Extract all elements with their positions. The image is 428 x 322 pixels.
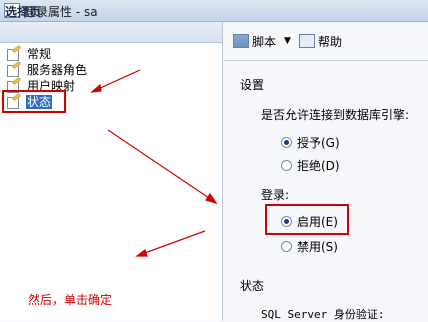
help-icon [298,34,315,48]
toolbar: 脚本 ▼ 帮助 [223,30,348,52]
disabled-radio[interactable]: 禁用(S) [281,238,338,255]
connect-question-label: 是否允许连接到数据库引擎: [261,108,410,122]
deny-radio[interactable]: 拒绝(D) [281,157,340,174]
select-page-header [0,22,222,43]
grant-radio-label: 授予(G) [297,136,340,150]
disabled-radio-label: 禁用(S) [297,240,338,254]
login-label: 登录: [261,188,290,202]
page-item-general[interactable]: 常规 [7,44,52,62]
enabled-highlight-box [265,204,349,235]
radio-checked-icon [281,137,292,148]
annotation-text: 然后，单击确定 [28,293,113,307]
script-dropdown-icon[interactable]: ▼ [284,36,291,46]
page-item-label: 常规 [27,47,52,61]
help-button[interactable]: 帮助 [298,33,342,50]
sql-auth-label: SQL Server 身份验证: [261,308,385,321]
status-highlight-box [2,90,66,113]
radio-unchecked-icon [281,241,292,252]
grant-radio[interactable]: 授予(G) [281,134,340,151]
deny-radio-label: 拒绝(D) [297,159,340,173]
radio-unchecked-icon [281,160,292,171]
page-wrench-icon [7,60,22,77]
help-label: 帮助 [317,34,342,49]
page-item-server-roles[interactable]: 服务器角色 [7,60,88,78]
toolbar-divider [223,60,428,61]
script-label: 脚本 [252,34,277,49]
page-wrench-icon [7,44,22,61]
settings-section-title: 设置 [240,78,265,92]
page-item-label: 服务器角色 [27,63,88,77]
status-section-title: 状态 [240,279,265,293]
select-page-title: 选择页 [5,5,42,19]
script-button[interactable]: 脚本 [233,33,276,50]
script-icon [233,34,249,48]
